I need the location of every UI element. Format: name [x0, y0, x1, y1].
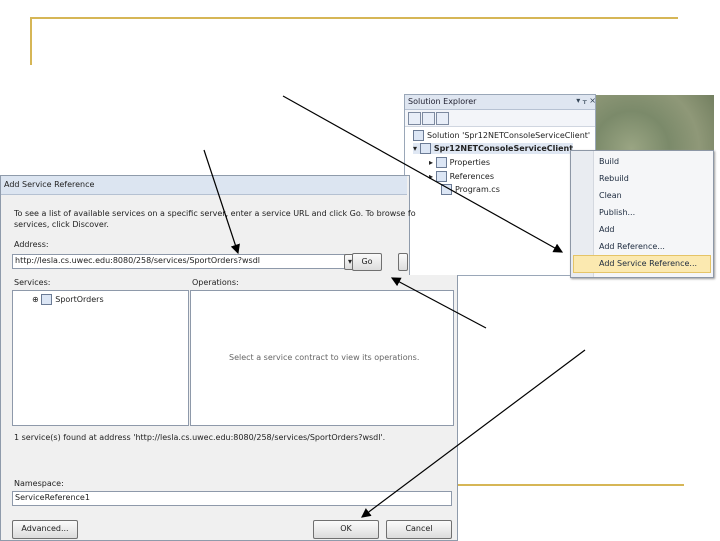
- arrow-to-ok: [361, 349, 586, 518]
- arrow-to-context-menu: [282, 95, 564, 253]
- annotation-arrows: [203, 95, 586, 518]
- arrow-to-go: [390, 277, 487, 329]
- arrow-to-address: [203, 149, 240, 255]
